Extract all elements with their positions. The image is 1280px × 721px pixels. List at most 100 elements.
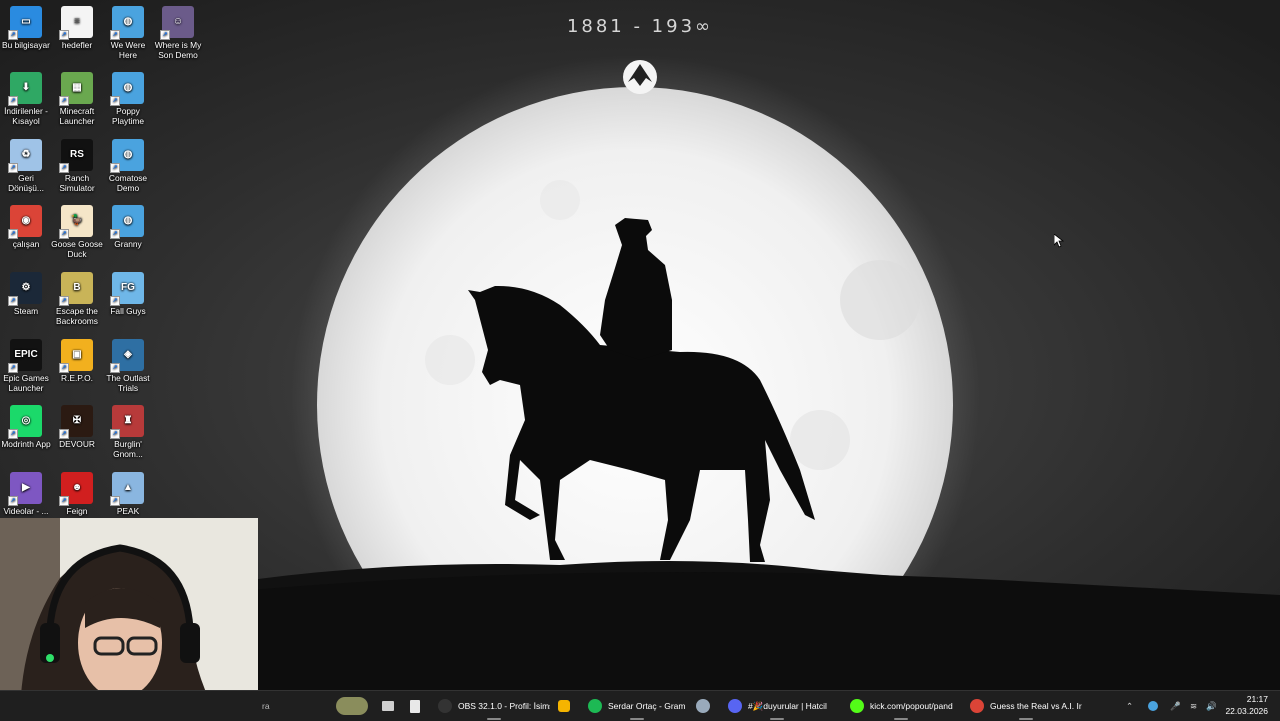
system-clock[interactable]: 21:17 22.03.2026 (1225, 693, 1268, 717)
shortcut-arrow-icon: ↗ (110, 363, 120, 373)
chrome-icon: ◉ ↗ (8, 205, 42, 239)
desktop-icon-goose[interactable]: 🦆 ↗ Goose Goose Duck (51, 205, 103, 259)
desktop-icon-computer[interactable]: ▭ ↗ Bu bilgisayar (0, 6, 52, 50)
shortcut-arrow-icon: ↗ (8, 229, 18, 239)
shortcut-arrow-icon: ↗ (59, 96, 69, 106)
shortcut-arrow-icon: ↗ (8, 429, 18, 439)
epic-games-icon: EPIC ↗ (8, 339, 42, 373)
taskbar: ra OBS 32.1.0 - Profil: İsims Serdar Orta… (0, 690, 1280, 721)
kick-icon (850, 699, 864, 713)
shortcut-arrow-icon: ↗ (160, 30, 170, 40)
volume-icon[interactable]: 🔊 (1206, 691, 1217, 721)
globe-icon: ◍ ↗ (110, 205, 144, 239)
years-caption: 1881 - 193∞ (566, 16, 714, 37)
desktop-icon-chrome[interactable]: ◉ ↗ çalışan (0, 205, 52, 249)
feign-icon: ☻ ↗ (59, 472, 93, 506)
taskbar-search-box[interactable]: ra (262, 691, 322, 721)
desktop-icon-label: İndirilenler - Kısayol (4, 106, 48, 126)
desktop-icon-label: Fall Guys (110, 306, 146, 316)
file-icon[interactable] (410, 691, 426, 721)
steam-taskbar-icon[interactable] (696, 691, 716, 721)
desktop-icon-peak[interactable]: ▲ ↗ PEAK (102, 472, 154, 516)
tray-chevron-icon[interactable]: ⌃ (1126, 691, 1133, 721)
taskbar-app-label: Serdar Ortaç - Gram (608, 701, 686, 711)
clock-date: 22.03.2026 (1225, 706, 1268, 716)
chrome-icon (970, 699, 984, 713)
shortcut-arrow-icon: ↗ (110, 163, 120, 173)
desktop-icon-label: Epic Games Launcher (3, 373, 49, 393)
desktop-icon-modrinth[interactable]: ◎ ↗ Modrinth App (0, 405, 52, 449)
fall-guys-icon: FG ↗ (110, 272, 144, 306)
desktop-icon-globe[interactable]: ◍ ↗ Granny (102, 205, 154, 249)
store-icon[interactable] (558, 691, 576, 721)
desktop-icon-label: hedefler (61, 40, 93, 50)
shortcut-arrow-icon: ↗ (110, 429, 120, 439)
desktop-icon-label: R.E.P.O. (61, 373, 93, 383)
desktop-icon-backrooms[interactable]: B ↗ Escape the Backrooms (51, 272, 103, 326)
taskbar-app-label: #🎉duyurular | Hatcil (748, 700, 827, 711)
shortcut-arrow-icon: ↗ (59, 229, 69, 239)
outlast-icon: ◈ ↗ (110, 339, 144, 373)
peak-icon: ▲ ↗ (110, 472, 144, 506)
desktop-icon-label: The Outlast Trials (106, 373, 150, 393)
desktop-icon-repo[interactable]: ▣ ↗ R.E.P.O. (51, 339, 103, 383)
desktop-icon-label: We Were Here (110, 40, 146, 60)
desktop-icon-globe[interactable]: ◍ ↗ Poppy Playtime (102, 72, 154, 126)
desktop-icon-label: Burglin' Gnom... (113, 439, 143, 459)
desktop-icon-outlast[interactable]: ◈ ↗ The Outlast Trials (102, 339, 154, 393)
desktop-icon-document[interactable]: ≡ ↗ hedefler (51, 6, 103, 50)
desktop-icon-label: Where is My Son Demo (154, 40, 202, 60)
desktop-icon-fall-guys[interactable]: FG ↗ Fall Guys (102, 272, 154, 316)
desktop-icon-download-folder[interactable]: ⬇ ↗ İndirilenler - Kısayol (0, 72, 52, 126)
desktop-icon-minecraft[interactable]: ▦ ↗ Minecraft Launcher (51, 72, 103, 126)
microphone-icon[interactable]: 🎤 (1170, 691, 1181, 721)
taskbar-app-obs[interactable]: OBS 32.1.0 - Profil: İsims (438, 691, 550, 721)
shortcut-arrow-icon: ↗ (110, 229, 120, 239)
desktop-icon-label: Ranch Simulator (59, 173, 95, 193)
gnome-icon: ♜ ↗ (110, 405, 144, 439)
wifi-icon[interactable]: ≋ (1190, 691, 1197, 721)
ranch-icon: RS ↗ (59, 139, 93, 173)
desktop-icon-globe[interactable]: ◍ ↗ Comatose Demo (102, 139, 154, 193)
goose-icon: 🦆 ↗ (59, 205, 93, 239)
desktop-icon-steam[interactable]: ⚙ ↗ Steam (0, 272, 52, 316)
backrooms-icon: B ↗ (59, 272, 93, 306)
taskbar-app-label: kick.com/popout/pand (870, 701, 953, 711)
minecraft-icon: ▦ ↗ (59, 72, 93, 106)
globe-icon: ◍ ↗ (110, 6, 144, 40)
desktop-icon-devour[interactable]: ✠ ↗ DEVOUR (51, 405, 103, 449)
desktop-icon-recycle-bin[interactable]: ♻ ↗ Geri Dönüşü... (0, 139, 52, 193)
desktop-icon-label: Steam (13, 306, 39, 316)
desktop-icon-globe[interactable]: ◍ ↗ We Were Here (102, 6, 154, 60)
desktop-icon-epic-games[interactable]: EPIC ↗ Epic Games Launcher (0, 339, 52, 393)
task-view-icon[interactable] (382, 691, 400, 721)
shortcut-arrow-icon: ↗ (59, 30, 69, 40)
shortcut-arrow-icon: ↗ (59, 363, 69, 373)
taskbar-app-discord[interactable]: #🎉duyurular | Hatcil (728, 691, 827, 721)
desktop-icon-game[interactable]: ☺ ↗ Where is My Son Demo (152, 6, 204, 60)
desktop-icon-gnome[interactable]: ♜ ↗ Burglin' Gnom... (102, 405, 154, 459)
desktop-icon-ranch[interactable]: RS ↗ Ranch Simulator (51, 139, 103, 193)
desktop-icon-label: Minecraft Launcher (59, 106, 95, 126)
desktop-icon-label: Modrinth App (1, 439, 51, 449)
desktop-icon-label: Escape the Backrooms (56, 306, 98, 326)
mouse-cursor-icon (1054, 234, 1064, 248)
discord-icon (728, 699, 742, 713)
obs-icon (438, 699, 452, 713)
tray-onedrive-icon[interactable] (1148, 691, 1164, 721)
taskbar-app-kick[interactable]: kick.com/popout/pand (850, 691, 953, 721)
desktop-icon-video-folder[interactable]: ▶ ↗ Videolar - ... (0, 472, 52, 516)
desktop-icon-label: PEAK (116, 506, 140, 516)
search-highlight-icon[interactable] (336, 691, 374, 721)
spotify-icon (588, 699, 602, 713)
desktop-icon-feign[interactable]: ☻ ↗ Feign (51, 472, 103, 516)
taskbar-app-chrome[interactable]: Guess the Real vs A.I. Ir (970, 691, 1082, 721)
taskbar-app-spotify[interactable]: Serdar Ortaç - Gram (588, 691, 685, 721)
shortcut-arrow-icon: ↗ (8, 163, 18, 173)
globe-icon: ◍ ↗ (110, 72, 144, 106)
download-folder-icon: ⬇ ↗ (8, 72, 42, 106)
desktop-icon-label: çalışan (12, 239, 40, 249)
devour-icon: ✠ ↗ (59, 405, 93, 439)
taskbar-app-label: Guess the Real vs A.I. Ir (990, 701, 1082, 711)
shortcut-arrow-icon: ↗ (59, 496, 69, 506)
